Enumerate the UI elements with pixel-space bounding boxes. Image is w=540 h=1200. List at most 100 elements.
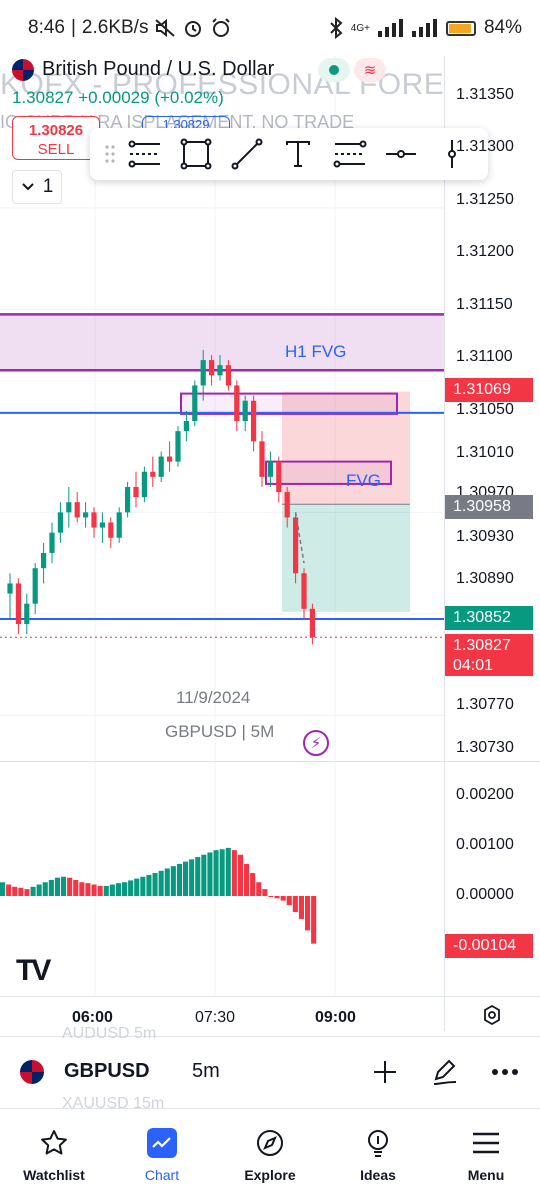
oscillator-bar	[170, 866, 176, 896]
oscillator-bar	[305, 896, 311, 931]
oscillator-bar	[231, 850, 237, 896]
lightning-bolt-icon[interactable]: ⚡	[303, 730, 329, 756]
candle-body	[41, 552, 47, 569]
candle-body	[99, 522, 105, 528]
fib-retracement-icon[interactable]	[324, 132, 375, 176]
bluetooth-icon	[330, 17, 343, 39]
oscillator-bar	[176, 863, 182, 896]
signal-icon-2	[411, 19, 437, 37]
interval-selector[interactable]: 5m	[192, 1060, 220, 1083]
oscillator-bar	[18, 887, 24, 896]
oscillator-bar	[292, 896, 298, 913]
text-icon[interactable]	[273, 132, 324, 176]
price-axis-label: 1.30890	[456, 570, 514, 587]
chart-date: 11/9/2024	[176, 688, 251, 707]
drag-handle-icon[interactable]	[100, 132, 119, 176]
oscillator-bar	[146, 874, 152, 896]
rectangle-icon[interactable]	[170, 132, 221, 176]
price-axis-label: 1.31200	[456, 243, 514, 260]
oscillator-bar	[201, 854, 207, 896]
price-axis-label: 1.30730	[456, 739, 514, 756]
symbol-bar: AUDUSD 5m XAUUSD 15m GBPUSD 5m	[0, 1025, 540, 1112]
gbp-usd-flag-icon	[12, 58, 34, 81]
candle-body	[309, 608, 315, 638]
oscillator-bar	[79, 882, 85, 896]
candle-body	[234, 385, 240, 421]
candle-body	[242, 400, 248, 421]
nav-menu[interactable]: Menu	[432, 1109, 540, 1200]
candle-body	[57, 512, 63, 533]
indicator-collapse-dropdown[interactable]: 1	[12, 170, 62, 204]
chevron-down-icon	[21, 183, 34, 191]
candle-body	[267, 461, 273, 477]
candle-body	[133, 486, 139, 498]
quote-line: 1.30827 +0.00029 (+0.02%)	[12, 88, 224, 108]
oscillator-bar	[244, 863, 250, 896]
sell-button[interactable]: 1.30826 SELL	[12, 116, 100, 160]
hamburger-icon	[470, 1127, 502, 1159]
oscillator-bar	[42, 882, 48, 896]
oscillator-bar	[189, 859, 195, 896]
candle-body	[91, 512, 97, 528]
price-axis-label: 1.31050	[456, 401, 514, 418]
long-position-icon[interactable]	[119, 132, 170, 176]
battery-fill	[448, 23, 471, 33]
candle-body	[83, 512, 89, 518]
symbol-selector[interactable]: GBPUSD	[64, 1060, 192, 1083]
market-open-icon[interactable]	[318, 58, 350, 82]
gbp-usd-flag-icon	[20, 1059, 44, 1084]
oscillator-value-tag: -0.00104	[445, 934, 533, 958]
drawing-toolbar	[90, 128, 488, 180]
nav-explore[interactable]: Explore	[216, 1109, 324, 1200]
more-icon[interactable]	[490, 1057, 520, 1087]
candle-body	[24, 603, 30, 625]
add-icon[interactable]	[370, 1057, 400, 1087]
price-axis-label: 1.31100	[456, 348, 513, 365]
chart-symbol-interval: GBPUSD | 5M	[165, 722, 275, 741]
nav-watchlist[interactable]: Watchlist	[0, 1109, 108, 1200]
oscillator-bar	[24, 889, 30, 896]
price-change: +0.00029	[78, 88, 150, 107]
oscillator-bar	[262, 889, 268, 896]
oscillator-bar	[274, 896, 280, 899]
sell-label: SELL	[37, 141, 75, 158]
alarm-icon	[185, 21, 202, 37]
mute-icon	[155, 18, 176, 38]
nav-label: Watchlist	[23, 1166, 85, 1183]
candle-body	[141, 471, 147, 498]
settings-icon[interactable]	[482, 1005, 502, 1025]
status-bar: 8:46 | 2.6KB/s 4G+ 84%	[28, 17, 522, 39]
indicator-count: 1	[42, 176, 54, 197]
market-status[interactable]: ≋	[318, 58, 386, 82]
pane-divider[interactable]	[0, 761, 540, 762]
nav-chart[interactable]: Chart	[108, 1109, 216, 1200]
network-speed: 2.6KB/s	[81, 17, 149, 38]
candle-body	[167, 456, 173, 462]
current-price: 1.30827	[453, 637, 511, 654]
pencil-icon[interactable]	[430, 1057, 460, 1087]
oscillator-bar	[286, 896, 292, 906]
fvg-top-price-tag: 1.31069	[445, 378, 533, 402]
nav-ideas[interactable]: Ideas	[324, 1109, 432, 1200]
oscillator-bar	[225, 847, 231, 896]
last-price: 1.30827	[12, 88, 74, 107]
trend-line-icon[interactable]	[222, 132, 273, 176]
candle-body	[108, 522, 114, 538]
time-axis-label: 07:30	[195, 1009, 236, 1026]
tradingview-logo-icon[interactable]: TV	[16, 954, 51, 988]
oscillator-bar	[134, 878, 140, 896]
battery-level: 84	[483, 17, 506, 38]
price-change-pct: (+0.02%)	[154, 88, 224, 107]
price-axis-border	[444, 56, 445, 1031]
oscillator-bar	[109, 884, 115, 896]
wave-icon[interactable]: ≋	[354, 58, 386, 82]
stop-level-price-tag: 1.30958	[445, 495, 533, 519]
lightbulb-icon	[362, 1127, 394, 1159]
price-axis-label: 1.31010	[456, 444, 514, 461]
oscillator-bar	[122, 882, 128, 896]
candle-body	[276, 461, 282, 493]
chart-area[interactable]: KOFX - PROFESSIONAL FOREX TRAD IG CURR Y…	[0, 56, 540, 1036]
bottom-nav: Watchlist Chart Explore Ideas Menu	[0, 1108, 540, 1200]
symbol-header[interactable]: British Pound / U.S. Dollar	[12, 58, 274, 81]
horizontal-ray-icon[interactable]	[375, 132, 426, 176]
